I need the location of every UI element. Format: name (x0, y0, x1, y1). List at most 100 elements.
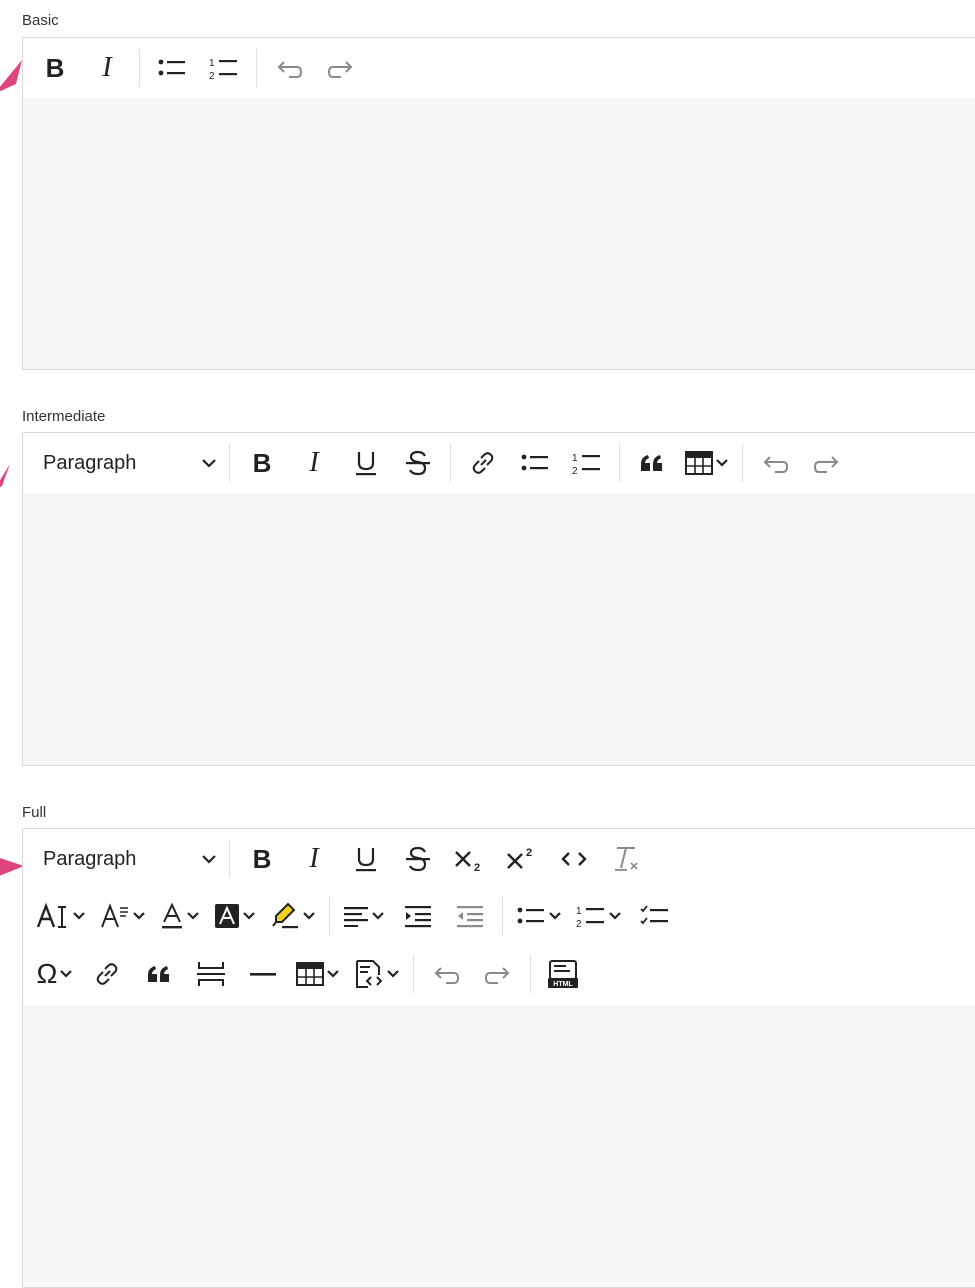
insert-table-dropdown[interactable] (296, 955, 340, 993)
numbered-list-dropdown[interactable]: 12 (576, 897, 622, 935)
italic-icon: I (309, 447, 319, 478)
basic-content-area[interactable] (23, 98, 975, 369)
italic-button[interactable]: I (88, 49, 126, 87)
redo-button[interactable] (808, 444, 846, 482)
intermediate-editor: Paragraph B I 12 (22, 432, 975, 766)
underline-button[interactable] (347, 840, 385, 878)
page-break-button[interactable] (192, 955, 230, 993)
link-icon (96, 963, 118, 985)
page-break-icon (197, 962, 225, 986)
alignment-dropdown[interactable] (343, 897, 385, 935)
special-characters-dropdown[interactable]: Ω (36, 955, 74, 993)
code-icon (561, 852, 587, 866)
full-content-area[interactable] (23, 1005, 975, 1287)
undo-button[interactable] (756, 444, 794, 482)
font-color-dropdown[interactable] (160, 897, 200, 935)
redo-button[interactable] (479, 955, 517, 993)
numbered-list-icon: 12 (209, 58, 237, 81)
font-color-icon (162, 902, 182, 929)
redo-button[interactable] (322, 49, 360, 87)
svg-text:2: 2 (526, 847, 532, 859)
undo-icon (763, 456, 789, 473)
subscript-button[interactable]: 2 (451, 840, 489, 878)
svg-text:1: 1 (209, 58, 215, 69)
subscript-icon: 2 (455, 851, 480, 872)
full-editor: Paragraph B I 2 2 1 2 Ω HTML (22, 828, 975, 1288)
undo-button[interactable] (270, 49, 308, 87)
svg-text:2: 2 (209, 71, 215, 81)
chevron-down-icon (387, 970, 399, 978)
todo-list-button[interactable] (636, 897, 674, 935)
chevron-down-icon (60, 970, 73, 978)
paragraph-format-dropdown[interactable]: Paragraph (23, 840, 223, 878)
font-background-color-dropdown[interactable] (214, 897, 256, 935)
chevron-down-icon (73, 912, 85, 920)
toolbar-separator (329, 897, 330, 935)
remove-format-button[interactable] (607, 840, 645, 878)
chevron-down-icon (303, 912, 315, 920)
svg-text:2: 2 (474, 862, 480, 872)
underline-icon (356, 848, 376, 872)
code-button[interactable] (555, 840, 593, 878)
link-button[interactable] (464, 444, 502, 482)
bold-button[interactable]: B (243, 444, 281, 482)
chevron-down-icon (202, 459, 216, 468)
full-editor-label: Full (22, 804, 47, 821)
font-family-dropdown[interactable] (100, 897, 146, 935)
intermediate-editor-label: Intermediate (22, 408, 106, 425)
italic-button[interactable]: I (295, 444, 333, 482)
outdent-button[interactable] (451, 897, 489, 935)
numbered-list-button[interactable]: 12 (568, 444, 606, 482)
intermediate-content-area[interactable] (23, 493, 975, 765)
html-embed-dropdown[interactable] (354, 955, 400, 993)
bulleted-list-dropdown[interactable] (516, 897, 562, 935)
special-characters-icon: Ω (36, 958, 58, 989)
undo-icon (277, 61, 303, 78)
italic-button[interactable]: I (295, 840, 333, 878)
bulleted-list-button[interactable] (153, 49, 191, 87)
svg-text:1: 1 (572, 453, 578, 464)
italic-icon: I (102, 52, 112, 83)
superscript-icon: 2 (507, 847, 532, 869)
underline-button[interactable] (347, 444, 385, 482)
bold-button[interactable]: B (243, 840, 281, 878)
superscript-button[interactable]: 2 (503, 840, 541, 878)
toolbar-separator (229, 840, 230, 878)
alignment-icon (344, 907, 368, 927)
bold-button[interactable]: B (36, 49, 74, 87)
highlight-dropdown[interactable] (270, 897, 316, 935)
paragraph-format-dropdown[interactable]: Paragraph (23, 444, 223, 482)
block-quote-button[interactable] (633, 444, 671, 482)
intermediate-toolbar: Paragraph B I 12 (23, 433, 975, 494)
strikethrough-icon (406, 846, 430, 872)
block-quote-button[interactable] (140, 955, 178, 993)
strikethrough-button[interactable] (399, 444, 437, 482)
svg-text:HTML: HTML (553, 981, 573, 988)
toolbar-separator (229, 444, 230, 482)
bulleted-list-button[interactable] (516, 444, 554, 482)
underline-icon (356, 452, 376, 476)
todo-list-icon (640, 905, 668, 925)
italic-icon: I (309, 843, 319, 874)
link-button[interactable] (88, 955, 126, 993)
indent-button[interactable] (399, 897, 437, 935)
strikethrough-button[interactable] (399, 840, 437, 878)
table-icon (685, 451, 713, 475)
numbered-list-icon: 12 (572, 453, 600, 476)
basic-editor-label: Basic (22, 12, 59, 29)
bold-icon: B (252, 843, 272, 874)
font-size-dropdown[interactable] (36, 897, 86, 935)
chevron-down-icon (327, 970, 339, 978)
block-quote-icon (148, 966, 169, 982)
pointer-arrow-icon (0, 464, 10, 487)
chevron-down-icon (133, 912, 145, 920)
horizontal-line-button[interactable] (244, 955, 282, 993)
paragraph-format-label: Paragraph (43, 451, 137, 474)
source-editing-button[interactable]: HTML (544, 955, 582, 993)
insert-table-dropdown[interactable] (685, 444, 729, 482)
redo-icon (484, 967, 510, 984)
undo-button[interactable] (427, 955, 465, 993)
chevron-down-icon (609, 912, 621, 920)
numbered-list-button[interactable]: 12 (205, 49, 243, 87)
toolbar-separator (256, 49, 257, 87)
